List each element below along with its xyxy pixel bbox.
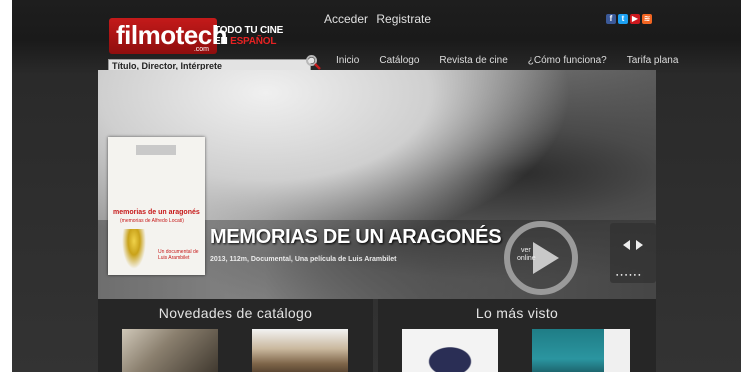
nav-item-catalogo[interactable]: Catálogo xyxy=(373,55,425,71)
poster-figure-image xyxy=(122,229,146,269)
carousel-controls[interactable]: ●●●●●● xyxy=(610,223,656,283)
nav-item-inicio[interactable]: Inicio xyxy=(330,55,366,75)
thumbnail-mas-visto-1[interactable] xyxy=(402,329,498,372)
tagline-espanol: ESPAÑOL xyxy=(230,36,277,47)
account-links: Acceder Registrate xyxy=(324,12,436,26)
prev-next-arrows-icon xyxy=(623,240,643,250)
tagline: TODO TU CINE EN ESPAÑOL xyxy=(214,25,283,47)
rss-icon[interactable]: ≋ xyxy=(642,14,652,24)
hero-banner[interactable]: memorias de un aragonés (memorias de Alf… xyxy=(98,70,656,299)
play-icon[interactable]: ver online xyxy=(503,220,579,296)
carousel-dots[interactable]: ●●●●●● xyxy=(616,272,643,277)
section-novedades: Novedades de catálogo xyxy=(98,299,373,372)
poster-title: memorias de un aragonés xyxy=(113,209,200,216)
register-link[interactable]: Registrate xyxy=(376,12,431,26)
play-label-line2: online xyxy=(517,255,536,262)
login-link[interactable]: Acceder xyxy=(324,12,368,26)
main-nav: Inicio Catálogo Revista de cine ¿Cómo fu… xyxy=(330,55,692,75)
youtube-icon[interactable]: ▶ xyxy=(630,14,640,24)
poster-tag xyxy=(136,145,176,155)
thumbnail-mas-visto-3[interactable] xyxy=(604,329,630,372)
nav-item-como-funciona[interactable]: ¿Cómo funciona? xyxy=(522,55,613,71)
thumbnail-novedad-1[interactable] xyxy=(122,329,218,372)
page: filmotech .com TODO TU CINE EN ESPAÑOL A… xyxy=(12,0,741,372)
poster-credit-line2: Luis Arambilet xyxy=(158,255,190,261)
hero-meta: 2013, 112m, Documental, Una película de … xyxy=(210,256,397,263)
nav-item-revista[interactable]: Revista de cine xyxy=(433,55,513,71)
movie-poster[interactable]: memorias de un aragonés (memorias de Alf… xyxy=(108,137,205,275)
section-mas-visto-title: Lo más visto xyxy=(475,305,559,321)
poster-subtitle: (memorias de Alfredo Locati) xyxy=(120,218,184,224)
tagline-en: EN xyxy=(214,36,228,47)
social-links: f t ▶ ≋ xyxy=(606,14,652,24)
twitter-icon[interactable]: t xyxy=(618,14,628,24)
section-mas-visto: Lo más visto xyxy=(378,299,656,372)
thumbnail-novedad-2[interactable] xyxy=(252,329,348,372)
play-label-line1: ver xyxy=(521,247,531,254)
tagline-line2: EN ESPAÑOL xyxy=(214,36,283,47)
section-novedades-title: Novedades de catálogo xyxy=(158,305,313,321)
nav-item-tarifa-plana[interactable]: Tarifa plana xyxy=(621,55,685,71)
hero-title[interactable]: MEMORIAS DE UN ARAGONÉS xyxy=(210,226,502,249)
facebook-icon[interactable]: f xyxy=(606,14,616,24)
logo-text: filmotech xyxy=(116,20,228,50)
poster-credit: Un documental de Luis Arambilet xyxy=(158,249,199,261)
thumbnail-mas-visto-2[interactable] xyxy=(532,329,604,372)
tagline-line1: TODO TU CINE xyxy=(214,25,284,36)
logo-suffix: .com xyxy=(193,46,209,53)
site-logo[interactable]: filmotech .com xyxy=(109,18,228,54)
search-icon[interactable] xyxy=(305,54,321,70)
